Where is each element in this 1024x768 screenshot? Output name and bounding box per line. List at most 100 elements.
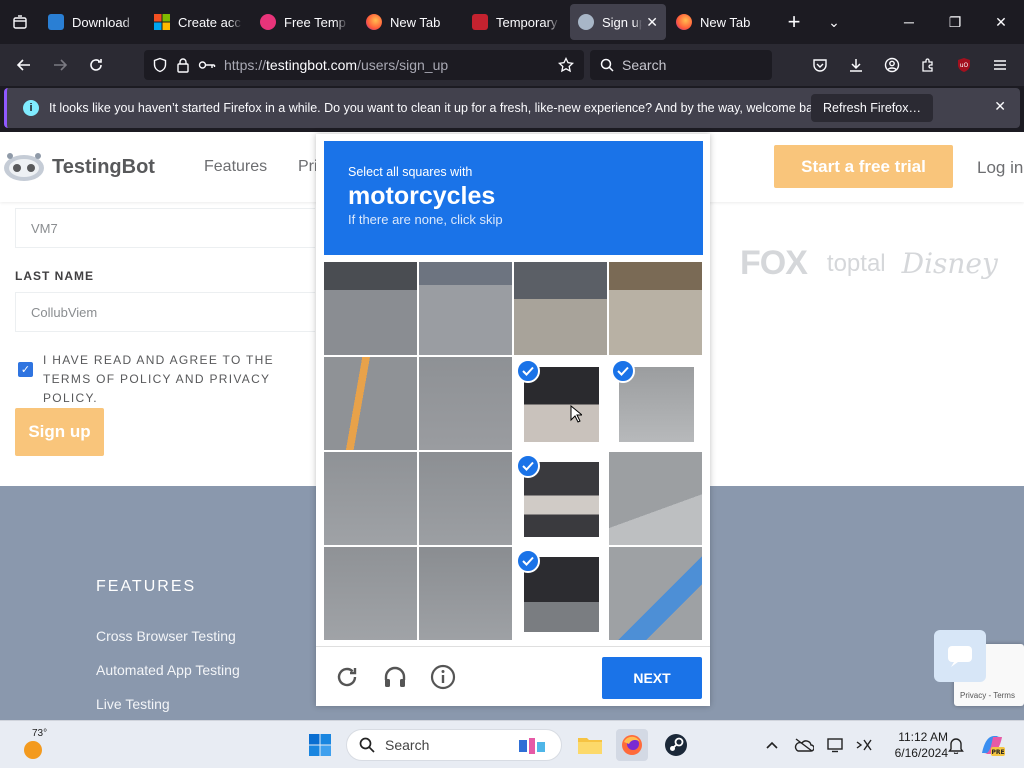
taskbar-firefox-icon[interactable] xyxy=(616,729,648,761)
start-free-trial-button[interactable]: Start a free trial xyxy=(774,145,953,188)
terms-label: I HAVE READ AND AGREE TO THE TERMS OF PO… xyxy=(43,353,274,405)
help-info-icon[interactable] xyxy=(429,663,457,691)
captcha-tile[interactable] xyxy=(419,452,512,545)
minimize-icon[interactable]: ─ xyxy=(886,0,932,44)
show-hidden-icons-chevron-icon[interactable] xyxy=(758,729,786,761)
back-icon[interactable] xyxy=(6,49,42,81)
tab-overflow-chevron-icon[interactable]: ⌄ xyxy=(814,2,854,42)
captcha-tile[interactable] xyxy=(324,262,417,355)
reload-challenge-icon[interactable] xyxy=(333,663,361,691)
onedrive-icon[interactable] xyxy=(790,729,818,761)
weather-widget[interactable]: 73° xyxy=(20,728,60,761)
customer-logos: FOX toptal Disney xyxy=(700,244,998,283)
url-bar[interactable]: https://testingbot.com/users/sign_up xyxy=(144,50,584,80)
next-button[interactable]: NEXT xyxy=(602,657,702,699)
extensions-icon[interactable] xyxy=(910,49,946,81)
microsoft-icon xyxy=(154,14,170,30)
chat-bubble-icon xyxy=(948,646,972,667)
captcha-tile[interactable] xyxy=(324,547,417,640)
nav-pricing[interactable]: Pri xyxy=(298,158,318,176)
captcha-tile-image xyxy=(419,452,512,545)
tab-strip: Download Create acc Free Temp New Tab Te… xyxy=(0,0,1024,44)
start-button[interactable] xyxy=(304,729,336,761)
audio-challenge-icon[interactable] xyxy=(381,663,409,691)
tab-new-tab-2[interactable]: New Tab xyxy=(668,4,772,40)
first-name-field[interactable]: VM7 xyxy=(15,208,315,248)
footer-link[interactable]: Live Testing xyxy=(96,696,170,712)
captcha-tile[interactable] xyxy=(419,262,512,355)
key-icon[interactable] xyxy=(198,59,216,71)
search-icon xyxy=(359,737,375,753)
footer-link[interactable]: Automated App Testing xyxy=(96,662,240,678)
tab-temporary[interactable]: Temporary xyxy=(464,4,568,40)
display-icon[interactable] xyxy=(822,729,850,761)
captcha-tile[interactable] xyxy=(514,452,607,545)
taskbar: 73° Search 11:12 AM 6/16/2024 PRE xyxy=(0,720,1024,768)
tab-free-temp[interactable]: Free Temp xyxy=(252,4,356,40)
captcha-tile[interactable] xyxy=(609,547,702,640)
captcha-tile[interactable] xyxy=(609,357,702,450)
terms-checkbox[interactable]: ✓ xyxy=(18,362,33,377)
ublock-icon[interactable]: uO xyxy=(946,49,982,81)
taskbar-clock[interactable]: 11:12 AM 6/16/2024 xyxy=(880,729,948,761)
close-tab-icon[interactable]: ✕ xyxy=(646,14,658,31)
site-logo[interactable]: TestingBot xyxy=(2,150,155,184)
captcha-tile[interactable] xyxy=(419,547,512,640)
captcha-tile[interactable] xyxy=(514,547,607,640)
captcha-header: Select all squares with motorcycles If t… xyxy=(324,141,703,255)
list-all-tabs-icon xyxy=(13,15,27,29)
checkmark-icon xyxy=(611,359,635,383)
tab-title: Download xyxy=(72,14,130,30)
captcha-tile[interactable] xyxy=(514,262,607,355)
new-tab-button[interactable]: + xyxy=(774,2,814,42)
logo-text: TestingBot xyxy=(52,155,155,178)
tab-list-button[interactable] xyxy=(0,0,40,44)
login-link[interactable]: Log in xyxy=(977,158,1023,178)
bookmark-star-icon[interactable] xyxy=(558,57,574,73)
captcha-tile-image xyxy=(419,547,512,640)
footer-link[interactable]: Cross Browser Testing xyxy=(96,628,236,644)
refresh-notification-bar: i It looks like you haven’t started Fire… xyxy=(4,88,1020,128)
captcha-tile[interactable] xyxy=(514,357,607,450)
shield-icon[interactable] xyxy=(152,57,168,73)
captcha-tile[interactable] xyxy=(609,262,702,355)
steam-icon[interactable] xyxy=(660,729,692,761)
account-icon[interactable] xyxy=(874,49,910,81)
search-icon xyxy=(600,58,614,72)
reload-icon[interactable] xyxy=(78,49,114,81)
restore-icon[interactable]: ❐ xyxy=(932,0,978,44)
captcha-tile[interactable] xyxy=(419,357,512,450)
pocket-icon[interactable] xyxy=(802,49,838,81)
downloads-icon[interactable] xyxy=(838,49,874,81)
search-bar[interactable]: Search xyxy=(590,50,772,80)
notification-bell-icon[interactable] xyxy=(942,729,970,761)
windows-logo-icon xyxy=(309,734,331,756)
network-volume-icon[interactable] xyxy=(850,729,878,761)
menu-icon[interactable] xyxy=(982,49,1018,81)
lock-icon[interactable] xyxy=(176,57,190,73)
file-explorer-icon[interactable] xyxy=(574,729,606,761)
info-icon: i xyxy=(23,100,39,116)
taskbar-search[interactable]: Search xyxy=(346,729,562,761)
close-notification-icon[interactable]: ✕ xyxy=(994,98,1006,115)
captcha-tile[interactable] xyxy=(609,452,702,545)
forward-icon[interactable] xyxy=(42,49,78,81)
disney-logo: Disney xyxy=(901,247,998,280)
last-name-field[interactable]: CollubViem xyxy=(15,292,315,332)
chat-widget-button[interactable] xyxy=(934,630,986,682)
tab-create-account[interactable]: Create acc xyxy=(146,4,250,40)
url-host: testingbot.com xyxy=(266,57,358,73)
captcha-tile-image xyxy=(324,357,417,450)
close-window-icon[interactable]: ✕ xyxy=(978,0,1024,44)
recaptcha-privacy-terms[interactable]: Privacy - Terms xyxy=(960,691,1015,700)
refresh-firefox-button[interactable]: Refresh Firefox… xyxy=(811,94,933,122)
copilot-icon[interactable]: PRE xyxy=(976,729,1008,761)
tab-sign-up[interactable]: Sign up ✕ xyxy=(570,4,666,40)
nav-features[interactable]: Features xyxy=(204,158,267,176)
captcha-tile[interactable] xyxy=(324,452,417,545)
sign-up-button[interactable]: Sign up xyxy=(15,408,104,456)
tab-download[interactable]: Download xyxy=(40,4,144,40)
url-path: /users/sign_up xyxy=(357,57,449,73)
tab-new-tab-1[interactable]: New Tab xyxy=(358,4,462,40)
captcha-tile[interactable] xyxy=(324,357,417,450)
